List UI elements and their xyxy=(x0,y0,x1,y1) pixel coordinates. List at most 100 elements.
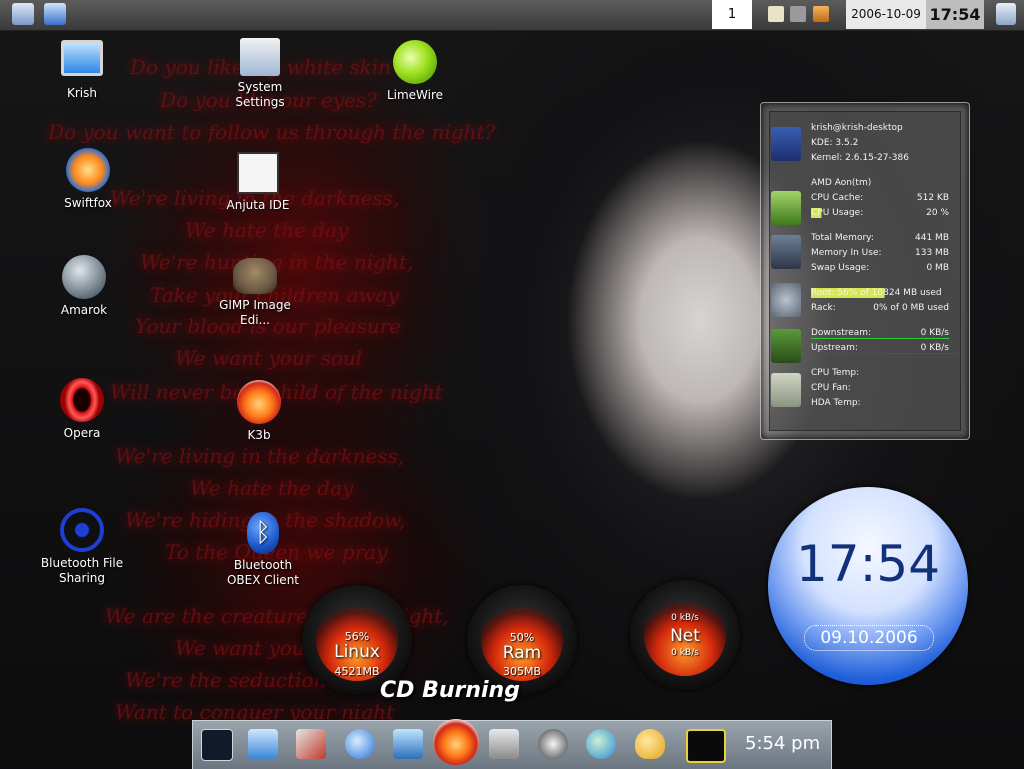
total-mem-value: 441 MB xyxy=(915,233,949,243)
anjuta-icon xyxy=(237,152,279,194)
desktop-pager[interactable]: 1 xyxy=(712,0,752,29)
sysinfo-kde: KDE: 3.5.2 xyxy=(811,138,859,148)
desktop-icon-label: Swiftfox xyxy=(64,196,112,210)
desktop-icon-amarok[interactable]: Amarok xyxy=(29,255,139,318)
bottom-dock: 5:54 pm xyxy=(192,719,832,769)
panel-clock[interactable]: 17:54 xyxy=(926,0,984,29)
update-icon[interactable] xyxy=(813,6,829,22)
gauge-label: Linux xyxy=(334,642,380,662)
sysinfo-cpu-usage: CPU Usage: 20 % xyxy=(811,208,949,218)
desktop-icon-label: LimeWire xyxy=(386,88,444,102)
amarok-icon xyxy=(62,255,106,299)
gauge-bottom: 4521MB xyxy=(334,665,380,678)
clock-widget-date: 09.10.2006 xyxy=(804,625,934,651)
lyric-line: We're the seduction xyxy=(125,668,327,692)
settings-wheel-icon[interactable] xyxy=(538,729,568,759)
sysinfo-cpu-cache: CPU Cache: 512 KB xyxy=(811,193,949,203)
screen-icon[interactable] xyxy=(393,729,423,759)
settings-icon xyxy=(240,38,280,76)
mem-used-label: Memory In Use: xyxy=(811,248,882,258)
computer-icon[interactable] xyxy=(44,3,66,25)
sysinfo-kernel: Kernel: 2.6.15-27-386 xyxy=(811,153,909,163)
volume-icon[interactable] xyxy=(790,6,806,22)
desktop-icon-label: Opera xyxy=(63,426,101,440)
cpu-usage-label: CPU Usage: xyxy=(811,208,864,218)
desktop-icon-label: Bluetooth File Sharing xyxy=(40,556,124,585)
dock-clock[interactable]: 5:54 pm xyxy=(745,733,820,754)
desktop-icon-label: System Settings xyxy=(235,80,285,109)
desktop-icon-system-settings[interactable]: System Settings xyxy=(205,38,315,110)
lyric-line: We're living in the darkness, xyxy=(115,444,405,468)
total-mem-label: Total Memory: xyxy=(811,233,874,243)
trash-icon[interactable] xyxy=(996,3,1016,25)
gauge-label: Net xyxy=(670,626,700,646)
desktop-icon-label: Anjuta IDE xyxy=(226,198,290,212)
lyric-line: We hate the day xyxy=(185,218,349,242)
paint-icon[interactable] xyxy=(635,729,665,759)
desktop-icon-bluetooth-obex[interactable]: ᛒ Bluetooth OBEX Client xyxy=(208,512,318,588)
clock-widget-time: 17:54 xyxy=(795,535,941,593)
dock-tooltip: CD Burning xyxy=(380,678,520,703)
desktop-icon-limewire[interactable]: LimeWire xyxy=(360,40,470,103)
users-icon[interactable] xyxy=(586,729,616,759)
sysinfo-widget: krish@krish-desktop KDE: 3.5.2 Kernel: 2… xyxy=(760,102,970,440)
rack-label: Rack: xyxy=(811,303,836,313)
cpu-chip-icon xyxy=(771,191,801,225)
cpu-cache-label: CPU Cache: xyxy=(811,193,864,203)
sysinfo-swap: Swap Usage: 0 MB xyxy=(811,263,949,273)
gimp-icon xyxy=(233,258,277,294)
lyric-line: Do you want to follow us through the nig… xyxy=(48,120,496,144)
top-panel: 1 2006-10-09 17:54 xyxy=(0,0,1024,31)
ksysguard-icon[interactable] xyxy=(686,729,726,763)
gauge-label: Ram xyxy=(502,643,542,663)
swiftfox-icon xyxy=(66,148,110,192)
down-label: Downstream: xyxy=(811,328,872,338)
desktop-icon-opera[interactable]: Opera xyxy=(27,378,137,441)
bluetooth-obex-icon: ᛒ xyxy=(247,512,279,554)
computer-tower-icon xyxy=(771,127,801,161)
desktop-icon-bluetooth-sharing[interactable]: Bluetooth File Sharing xyxy=(27,508,137,586)
mem-used-value: 133 MB xyxy=(915,248,949,258)
gauge-top: 0 kB/s xyxy=(671,613,699,623)
gauge-net: 0 kB/s Net 0 kB/s xyxy=(630,580,740,690)
k3b-icon xyxy=(237,380,281,424)
opera-icon xyxy=(60,378,104,422)
panel-date[interactable]: 2006-10-09 xyxy=(846,0,926,29)
sysinfo-upstream: Upstream: 0 KB/s xyxy=(811,343,957,354)
desktop-icon-krish[interactable]: Krish xyxy=(27,40,137,101)
desktop-icon-label: Bluetooth OBEX Client xyxy=(226,558,300,587)
tools-icon[interactable] xyxy=(296,729,326,759)
gauge-bottom: 305MB xyxy=(502,665,542,678)
up-value: 0 KB/s xyxy=(920,343,949,353)
swap-label: Swap Usage: xyxy=(811,263,870,273)
sysinfo-mem-used: Memory In Use: 133 MB xyxy=(811,248,949,258)
desktop-icon-k3b[interactable]: K3b xyxy=(204,380,314,443)
terminal-icon[interactable] xyxy=(201,729,233,761)
desktop-icon-label: GIMP Image Edi... xyxy=(219,298,291,327)
clipboard-icon[interactable] xyxy=(768,6,784,22)
down-value: 0 KB/s xyxy=(920,328,949,338)
k3b-icon[interactable] xyxy=(433,719,479,765)
desktop-icon-swiftfox[interactable]: Swiftfox xyxy=(33,148,143,211)
sysinfo-cpu-fan: CPU Fan: xyxy=(811,383,851,393)
display-icon[interactable] xyxy=(489,729,519,759)
thermometer-icon xyxy=(771,373,801,407)
up-label: Upstream: xyxy=(811,343,858,353)
show-desktop-icon[interactable] xyxy=(12,3,34,25)
browser-icon[interactable] xyxy=(345,729,375,759)
sysinfo-root: Root: 56% of 10824 MB used xyxy=(811,288,949,298)
sysinfo-cpu-name: AMD Aon(tm) xyxy=(811,178,872,188)
monitor-icon[interactable] xyxy=(248,729,278,759)
root-label: Root: 56% of 10824 MB used xyxy=(811,288,942,298)
swap-value: 0 MB xyxy=(926,263,949,273)
desktop-icon-gimp[interactable]: GIMP Image Edi... xyxy=(200,258,310,328)
sysinfo-cpu-temp: CPU Temp: xyxy=(811,368,860,378)
cpu-cache-value: 512 KB xyxy=(916,193,949,203)
sysinfo-hda-temp: HDA Temp: xyxy=(811,398,861,408)
memory-stick-icon xyxy=(771,235,801,269)
desktop-icon-anjuta[interactable]: Anjuta IDE xyxy=(203,152,313,213)
lyric-line: We hate the day xyxy=(190,476,354,500)
sysinfo-rack: Rack: 0% of 0 MB used xyxy=(811,303,949,313)
lyric-line: We want you xyxy=(175,636,305,660)
rack-value: 0% of 0 MB used xyxy=(873,303,949,313)
